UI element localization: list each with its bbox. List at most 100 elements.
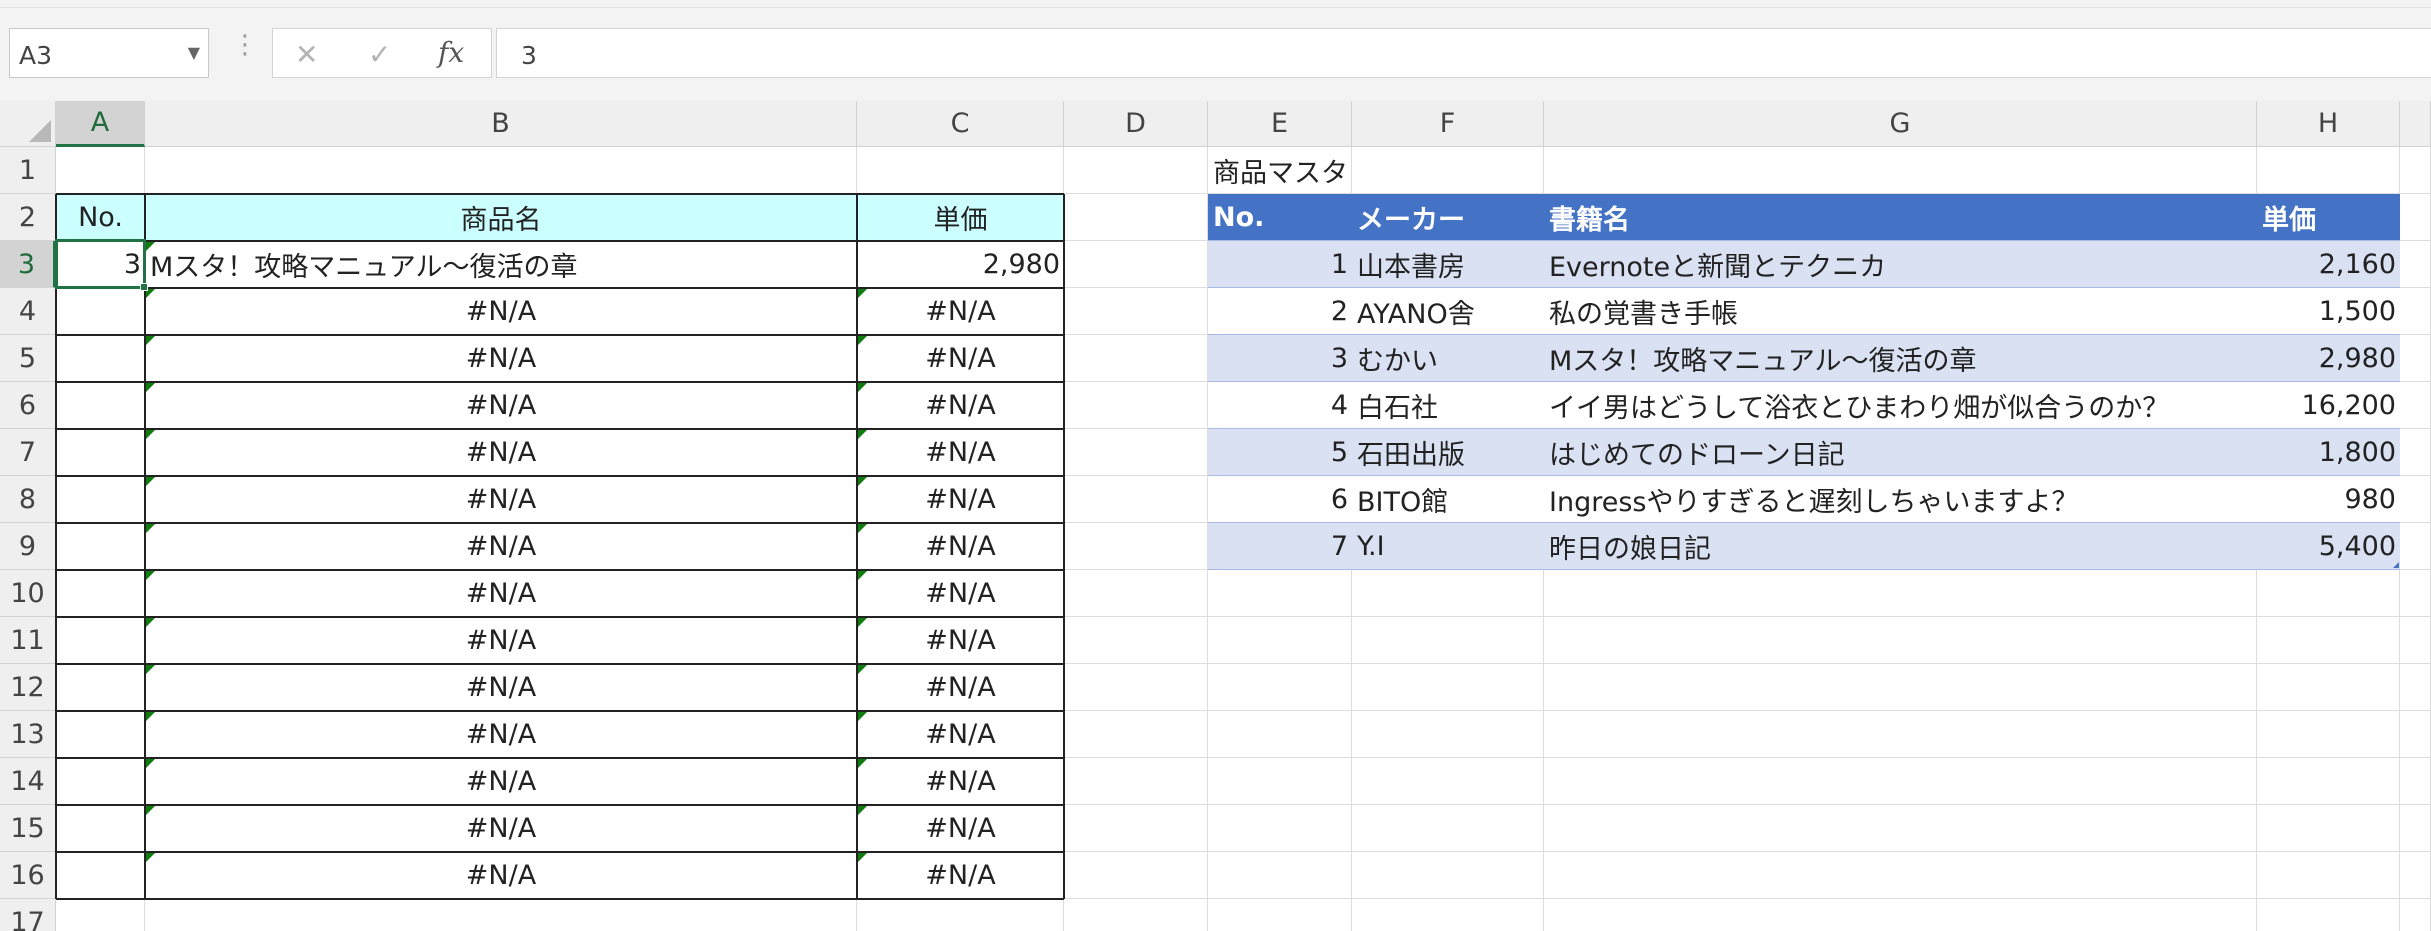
row-header-16[interactable]: 16 xyxy=(0,852,56,899)
lookup-name-error-cell[interactable]: #N/A xyxy=(145,617,857,663)
lookup-price-error-cell[interactable]: #N/A xyxy=(857,758,1064,804)
row-header-6[interactable]: 6 xyxy=(0,382,56,429)
lookup-price-error-cell[interactable]: #N/A xyxy=(857,664,1064,710)
master-maker-cell[interactable]: むかい xyxy=(1352,335,1544,381)
name-box[interactable]: A3 ▼ xyxy=(9,28,209,78)
row-header-15[interactable]: 15 xyxy=(0,805,56,852)
master-header-2[interactable]: メーカー xyxy=(1352,194,1544,241)
master-price-cell[interactable]: 16,200 xyxy=(2257,382,2400,428)
master-title[interactable]: 商品マスタ xyxy=(1208,147,1544,193)
master-no-cell[interactable]: 6 xyxy=(1208,476,1352,522)
master-no-cell[interactable]: 5 xyxy=(1208,429,1352,475)
column-header-e[interactable]: E xyxy=(1208,101,1352,147)
lookup-price-error-cell[interactable]: #N/A xyxy=(857,570,1064,616)
lookup-price-error-cell[interactable]: #N/A xyxy=(857,523,1064,569)
select-all-corner[interactable] xyxy=(0,101,56,147)
lookup-name-error-cell[interactable]: #N/A xyxy=(145,288,857,334)
lookup-name-cell[interactable]: Mスタ！攻略マニュアル～復活の章 xyxy=(145,241,857,287)
row-header-12[interactable]: 12 xyxy=(0,664,56,711)
master-no-cell[interactable]: 7 xyxy=(1208,523,1352,569)
lookup-name-error-cell[interactable]: #N/A xyxy=(145,664,857,710)
master-title-cell[interactable]: はじめてのドローン日記 xyxy=(1544,429,2257,475)
insert-function-icon[interactable]: fx xyxy=(438,36,464,69)
lookup-name-error-cell[interactable]: #N/A xyxy=(145,335,857,381)
lookup-name-error-cell[interactable]: #N/A xyxy=(145,523,857,569)
row-header-11[interactable]: 11 xyxy=(0,617,56,664)
row-header-9[interactable]: 9 xyxy=(0,523,56,570)
lookup-name-error-cell[interactable]: #N/A xyxy=(145,852,857,898)
row-header-4[interactable]: 4 xyxy=(0,288,56,335)
formula-input[interactable]: 3 xyxy=(496,28,2431,78)
lookup-name-error-cell[interactable]: #N/A xyxy=(145,570,857,616)
row-header-1[interactable]: 1 xyxy=(0,147,56,194)
master-title-cell[interactable]: Ingressやりすぎると遅刻しちゃいますよ？ xyxy=(1544,476,2257,522)
lookup-header-a[interactable]: No. xyxy=(56,194,145,240)
fill-handle[interactable] xyxy=(140,283,148,291)
row-header-5[interactable]: 5 xyxy=(0,335,56,382)
lookup-price-error-cell[interactable]: #N/A xyxy=(857,711,1064,757)
master-maker-cell[interactable]: 山本書房 xyxy=(1352,241,1544,287)
lookup-name-error-cell[interactable]: #N/A xyxy=(145,382,857,428)
chevron-down-icon[interactable]: ▼ xyxy=(188,43,200,62)
lookup-name-error-cell[interactable]: #N/A xyxy=(145,476,857,522)
master-price-cell[interactable]: 1,800 xyxy=(2257,429,2400,475)
column-header-c[interactable]: C xyxy=(857,101,1064,147)
master-price-cell[interactable]: 1,500 xyxy=(2257,288,2400,334)
enter-icon[interactable]: ✓ xyxy=(368,38,391,71)
row-header-2[interactable]: 2 xyxy=(0,194,56,241)
master-price-cell[interactable]: 980 xyxy=(2257,476,2400,522)
lookup-header-c[interactable]: 単価 xyxy=(857,194,1064,240)
master-maker-cell[interactable]: 白石社 xyxy=(1352,382,1544,428)
column-header-a[interactable]: A xyxy=(56,101,145,147)
lookup-price-error-cell[interactable]: #N/A xyxy=(857,476,1064,522)
row-header-13[interactable]: 13 xyxy=(0,711,56,758)
master-maker-cell[interactable]: AYANO舎 xyxy=(1352,288,1544,334)
row-header-17[interactable]: 17 xyxy=(0,899,56,931)
row-header-8[interactable]: 8 xyxy=(0,476,56,523)
column-header-g[interactable]: G xyxy=(1544,101,2257,147)
master-header-4[interactable]: 単価 xyxy=(2257,194,2400,241)
cancel-icon[interactable]: ✕ xyxy=(295,38,318,71)
column-header-h[interactable]: H xyxy=(2257,101,2400,147)
master-price-cell[interactable]: 2,980 xyxy=(2257,335,2400,381)
lookup-price-error-cell[interactable]: #N/A xyxy=(857,805,1064,851)
worksheet-grid[interactable]: A B C D E F G H 1 2 3 4 5 6 7 8 9 10 11 12 13 14 15 16 17 No. 商品名単… xyxy=(0,101,2431,931)
master-header-3[interactable]: 書籍名 xyxy=(1544,194,2257,241)
master-price-cell[interactable]: 2,160 xyxy=(2257,241,2400,287)
lookup-price-error-cell[interactable]: #N/A xyxy=(857,382,1064,428)
row-header-7[interactable]: 7 xyxy=(0,429,56,476)
column-header-b[interactable]: B xyxy=(145,101,857,147)
row-header-3[interactable]: 3 xyxy=(0,241,56,288)
master-title-cell[interactable]: 私の覚書き手帳 xyxy=(1544,288,2257,334)
master-header-1[interactable]: No. xyxy=(1208,194,1352,241)
lookup-price-error-cell[interactable]: #N/A xyxy=(857,852,1064,898)
lookup-header-b[interactable]: 商品名 xyxy=(145,194,857,240)
lookup-name-error-cell[interactable]: #N/A xyxy=(145,758,857,804)
master-maker-cell[interactable]: Y.I xyxy=(1352,523,1544,569)
lookup-price-error-cell[interactable]: #N/A xyxy=(857,335,1064,381)
lookup-price-error-cell[interactable]: #N/A xyxy=(857,617,1064,663)
master-price-cell[interactable]: 5,400 xyxy=(2257,523,2400,569)
master-maker-cell[interactable]: BITO館 xyxy=(1352,476,1544,522)
lookup-name-error-cell[interactable]: #N/A xyxy=(145,429,857,475)
master-title-cell[interactable]: Mスタ！攻略マニュアル～復活の章 xyxy=(1544,335,2257,381)
master-title-cell[interactable]: Evernoteと新聞とテクニカ xyxy=(1544,241,2257,287)
lookup-name-error-cell[interactable]: #N/A xyxy=(145,805,857,851)
lookup-price-error-cell[interactable]: #N/A xyxy=(857,288,1064,334)
column-header-d[interactable]: D xyxy=(1064,101,1208,147)
row-header-14[interactable]: 14 xyxy=(0,758,56,805)
lookup-price-error-cell[interactable]: #N/A xyxy=(857,429,1064,475)
master-no-cell[interactable]: 2 xyxy=(1208,288,1352,334)
master-no-cell[interactable]: 4 xyxy=(1208,382,1352,428)
master-title-cell[interactable]: 昨日の娘日記 xyxy=(1544,523,2257,569)
master-title-cell[interactable]: イイ男はどうして浴衣とひまわり畑が似合うのか？ xyxy=(1544,382,2257,428)
lookup-price-cell[interactable]: 2,980 xyxy=(857,241,1064,287)
master-no-cell[interactable]: 1 xyxy=(1208,241,1352,287)
more-options-icon[interactable]: ⋮ xyxy=(232,32,258,58)
table-resize-handle[interactable] xyxy=(2393,562,2399,568)
row-header-10[interactable]: 10 xyxy=(0,570,56,617)
column-header-f[interactable]: F xyxy=(1352,101,1544,147)
master-maker-cell[interactable]: 石田出版 xyxy=(1352,429,1544,475)
lookup-name-error-cell[interactable]: #N/A xyxy=(145,711,857,757)
master-no-cell[interactable]: 3 xyxy=(1208,335,1352,381)
